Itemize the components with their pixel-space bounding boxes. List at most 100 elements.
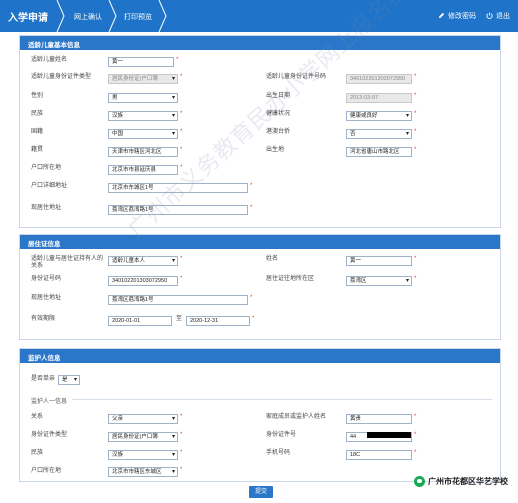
hukou-label: 户口所在地 [31,165,62,171]
required-mark: * [414,74,417,80]
guardian-relation-select[interactable]: 父亲 [108,414,178,424]
hkmt-label: 港澳台侨 [266,129,291,135]
required-mark: * [180,129,183,135]
required-mark: * [414,147,417,153]
required-mark: * [180,256,183,262]
current-addr-label: 现居住地址 [31,205,62,211]
holder-idno-input[interactable]: 340102201303072950 [108,276,178,286]
family-name-label: 家庭成员或监护人姓名 [266,414,327,420]
phone-input[interactable]: 18C [346,450,412,460]
guardian-ethnic-select[interactable]: 汉族 [108,450,178,460]
issue-area-label: 居住证往地所在区 [266,276,315,282]
brand-badge: 广州市花都区华艺学校 [414,476,508,487]
required-mark: * [176,57,179,63]
required-mark: * [180,147,183,153]
change-password-link[interactable]: 修改密码 [438,11,476,21]
guardian-idtype-select[interactable]: 居民身份证(户口簿 [108,432,178,442]
guardian-relation-label: 关系 [31,414,44,420]
required-mark: * [180,432,183,438]
required-mark: * [414,276,417,282]
nationality-select[interactable]: 中国 [108,129,178,139]
nationality-label: 国籍 [31,129,44,135]
child-idno-input[interactable]: 340102201303072950 [346,74,412,84]
required-mark: * [180,111,183,117]
holder-relation-label: 适龄儿童与居住证持有人的关系 [31,256,104,269]
panel-title: 监护人信息 [20,349,500,363]
child-idtype-label: 适龄儿童身份证件类型 [31,74,92,80]
required-mark: * [180,276,183,282]
pencil-icon [438,12,445,19]
single-parent-label: 是否单亲 [31,376,56,382]
child-name-label: 适龄儿童姓名 [31,57,68,63]
required-mark: * [414,256,417,262]
required-mark: * [414,93,417,99]
required-mark: * [180,450,183,456]
top-actions: 修改密码 退出 [438,11,510,21]
required-mark: * [180,467,183,473]
guardian-hukou-label: 户口所在地 [31,468,62,474]
wechat-icon [414,476,425,487]
gender-select[interactable]: 男 [108,93,178,103]
birthplace-label: 出生地 [266,147,285,153]
guardian-one-title: 监护人一信息 [31,399,68,405]
breadcrumb-print-preview[interactable]: 打印预览 [124,12,152,22]
required-mark: * [414,129,417,135]
guardian-panel: 监护人信息 [19,348,501,482]
holder-idno-label: 身份证号码 [31,276,62,282]
breadcrumb-home[interactable]: 入学申请 [8,9,48,24]
chevron-right-icon [56,0,66,32]
ethnic-label: 民族 [31,111,44,117]
panel-title: 适龄儿童基本信息 [20,36,500,50]
residence-panel: 居住证信息 [19,234,501,340]
required-mark: * [414,111,417,117]
health-select[interactable]: 健康或良好 [346,111,412,121]
required-mark: * [250,295,253,301]
required-mark: * [252,316,255,322]
power-icon [486,12,493,19]
family-name-input[interactable]: 黄贵 [346,414,412,424]
gender-label: 性别 [31,93,44,99]
valid-from-input[interactable]: 2020-01-01 [108,316,172,326]
phone-label: 手机号码 [266,450,291,456]
guardian-hukou-select[interactable]: 北京市市辖区东城区 [108,467,178,477]
holder-name-label: 姓名 [266,256,279,262]
issue-area-select[interactable]: 荔湾区 [346,276,412,286]
required-mark: * [180,74,183,80]
single-parent-select[interactable]: 是 [58,375,80,385]
required-mark: * [180,414,183,420]
hkmt-select[interactable]: 否 [346,129,412,139]
holder-addr-label: 现居住地址 [31,295,62,301]
native-label: 籍贯 [31,147,44,153]
birthplace-input[interactable]: 河北省唐山市路北区 [346,147,412,157]
guardian-ethnic-label: 民族 [31,450,44,456]
valid-to-input[interactable]: 2020-12-31 [186,316,250,326]
holder-addr-input[interactable]: 荔湾区荔湾路1号 [108,295,248,305]
panel-title: 居住证信息 [20,235,500,249]
logout-link[interactable]: 退出 [486,11,510,21]
required-mark: * [250,205,253,211]
required-mark: * [414,414,417,420]
child-name-input[interactable]: 黄一 [108,57,174,67]
holder-relation-select[interactable]: 适龄儿童本人 [108,256,178,266]
submit-button[interactable]: 提交 [249,486,273,498]
child-idtype-select[interactable]: 居民身份证(户口簿 [108,74,178,84]
hukou-input[interactable]: 北京市市县延庆县 [108,165,178,175]
required-mark: * [414,450,417,456]
chevron-right-icon [108,0,118,32]
valid-period-label: 有效期限 [31,316,56,322]
hukou-addr-label: 户口详细地址 [31,183,68,189]
guardian-idtype-label: 身份证件类型 [31,432,68,438]
guardian-idno-label: 身份证件号 [266,432,297,438]
breadcrumb-confirm[interactable]: 网上确认 [74,12,102,22]
redaction-mark [367,432,411,438]
top-nav-bar: 入学申请 网上确认 打印预览 修改密码 退出 [0,0,518,32]
native-input[interactable]: 天津市市辖区河北区 [108,147,178,157]
birthdate-input[interactable]: 2013-03-07 [346,93,412,103]
divider [72,399,492,400]
valid-to-separator: 至 [176,316,183,322]
holder-name-input[interactable]: 黄一 [346,256,412,266]
ethnic-select[interactable]: 汉族 [108,111,178,121]
required-mark: * [414,432,417,438]
chevron-right-icon [158,0,168,32]
required-mark: * [250,183,253,189]
